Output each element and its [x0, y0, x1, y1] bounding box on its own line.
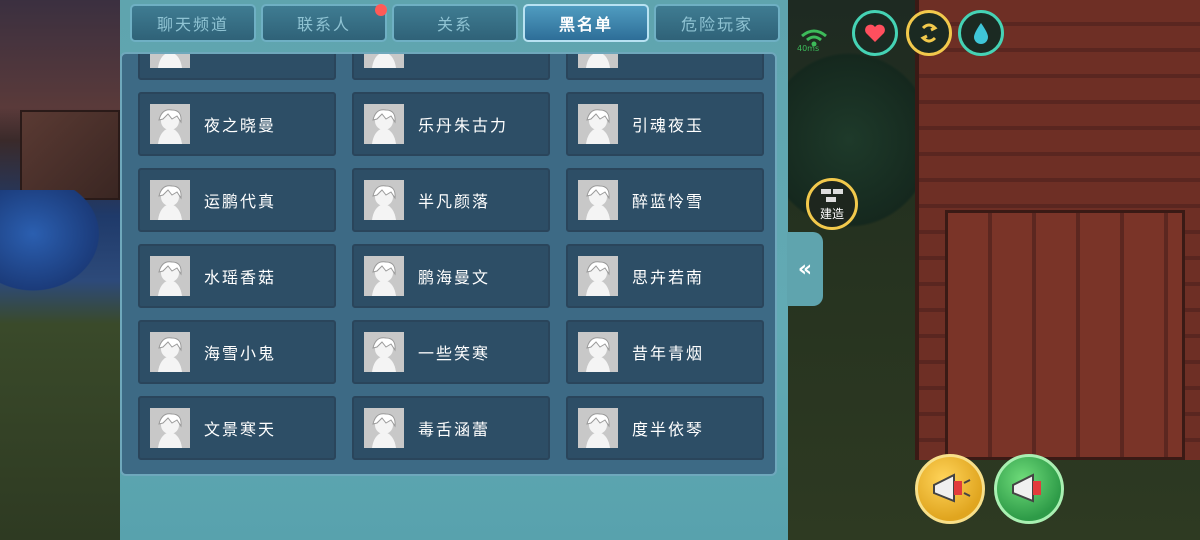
player-name: 醉蓝怜雪 — [632, 192, 705, 211]
network-latency-label: 40ms — [797, 44, 820, 53]
blacklist-entry[interactable]: 乐丹朱古力 — [352, 92, 550, 156]
blacklist-list[interactable]: 夜之晓曼 乐丹朱古力 引魂夜玉运鹏代真 半凡颜落 醉蓝怜雪水瑶香菇 鹏海曼文 思卉若南海雪小… — [120, 52, 777, 476]
player-avatar-icon — [150, 54, 190, 68]
player-avatar-icon — [364, 332, 404, 372]
player-name: 夜之晓曼 — [204, 116, 277, 135]
tab-label: 危险玩家 — [680, 15, 753, 34]
tab-label: 聊天频道 — [156, 15, 229, 34]
blacklist-entry[interactable] — [352, 54, 550, 80]
blacklist-entry[interactable]: 文景寒天 — [138, 396, 336, 460]
blacklist-entry[interactable]: 水瑶香菇 — [138, 244, 336, 308]
player-name: 引魂夜玉 — [632, 116, 705, 135]
player-avatar-icon — [364, 408, 404, 448]
brick-wall-icon — [821, 188, 843, 202]
player-avatar-icon — [578, 332, 618, 372]
voice-broadcast-button[interactable] — [994, 454, 1064, 524]
tab-4[interactable]: 危险玩家 — [654, 4, 780, 42]
tab-2[interactable]: 关系 — [392, 4, 518, 42]
player-avatar-icon — [364, 256, 404, 296]
tab-label: 关系 — [436, 15, 473, 34]
player-avatar-icon — [578, 408, 618, 448]
blacklist-entry[interactable]: 鹏海曼文 — [352, 244, 550, 308]
player-avatar-icon — [578, 256, 618, 296]
player-name: 昔年青烟 — [632, 344, 705, 363]
collapse-panel-button[interactable]: « — [787, 232, 823, 306]
build-button[interactable]: 建造 — [806, 178, 858, 230]
blacklist-entry[interactable] — [566, 54, 764, 80]
player-name: 运鹏代真 — [204, 192, 277, 211]
heart-icon — [865, 24, 885, 42]
player-avatar-icon — [150, 104, 190, 144]
tab-3[interactable]: 黑名单 — [523, 4, 649, 42]
player-name: 思卉若南 — [632, 268, 705, 287]
player-avatar-icon — [150, 408, 190, 448]
blacklist-entry[interactable]: 毒舌涵蕾 — [352, 396, 550, 460]
tab-0[interactable]: 聊天频道 — [130, 4, 256, 42]
tab-label: 黑名单 — [558, 15, 613, 34]
player-avatar-icon — [578, 180, 618, 220]
blacklist-entry[interactable]: 醉蓝怜雪 — [566, 168, 764, 232]
megaphone-icon — [933, 473, 971, 503]
player-avatar-icon — [150, 256, 190, 296]
background-scene-left — [0, 0, 125, 540]
blacklist-entry[interactable]: 引魂夜玉 — [566, 92, 764, 156]
tab-1[interactable]: 联系人 — [261, 4, 387, 42]
background-scene-right — [785, 0, 1200, 540]
thirst-gauge — [958, 10, 1004, 56]
blacklist-grid: 夜之晓曼 乐丹朱古力 引魂夜玉运鹏代真 半凡颜落 醉蓝怜雪水瑶香菇 鹏海曼文 思卉若南海雪小… — [138, 54, 764, 460]
player-avatar-icon — [150, 332, 190, 372]
water-drop-icon — [974, 23, 988, 44]
energy-icon — [920, 23, 938, 43]
player-avatar-icon — [364, 180, 404, 220]
player-name: 一些笑寒 — [418, 344, 491, 363]
blacklist-entry[interactable]: 海雪小鬼 — [138, 320, 336, 384]
blacklist-entry[interactable]: 半凡颜落 — [352, 168, 550, 232]
megaphone-broadcast-button[interactable] — [915, 454, 985, 524]
background-crate — [20, 110, 120, 200]
blacklist-entry[interactable] — [138, 54, 336, 80]
background-tent — [0, 190, 110, 300]
health-gauge — [852, 10, 898, 56]
double-chevron-left-icon: « — [797, 256, 813, 282]
player-avatar-icon — [364, 54, 404, 68]
blacklist-entry[interactable]: 夜之晓曼 — [138, 92, 336, 156]
notification-dot-icon — [375, 4, 387, 16]
player-name: 毒舌涵蕾 — [418, 420, 491, 439]
tab-label: 联系人 — [296, 15, 351, 34]
player-avatar-icon — [364, 104, 404, 144]
blacklist-entry[interactable]: 一些笑寒 — [352, 320, 550, 384]
player-name: 文景寒天 — [204, 420, 277, 439]
player-name: 乐丹朱古力 — [418, 116, 509, 135]
background-crate-large — [945, 210, 1185, 460]
blacklist-entry[interactable]: 度半依琴 — [566, 396, 764, 460]
player-name: 鹏海曼文 — [418, 268, 491, 287]
build-button-label: 建造 — [819, 206, 844, 221]
blacklist-entry[interactable]: 昔年青烟 — [566, 320, 764, 384]
social-panel: 聊天频道 联系人 关系 黑名单 危险玩家 夜之晓曼 乐丹朱古力 引魂夜玉运鹏代真 半凡颜落 醉蓝… — [120, 0, 788, 540]
tab-bar: 聊天频道 联系人 关系 黑名单 危险玩家 — [130, 4, 780, 46]
player-avatar-icon — [150, 180, 190, 220]
player-name: 半凡颜落 — [418, 192, 491, 211]
megaphone-icon — [1012, 473, 1041, 503]
player-name: 度半依琴 — [632, 420, 705, 439]
blacklist-entry[interactable]: 运鹏代真 — [138, 168, 336, 232]
blacklist-entry[interactable]: 思卉若南 — [566, 244, 764, 308]
player-avatar-icon — [578, 104, 618, 144]
player-name: 海雪小鬼 — [204, 344, 277, 363]
stamina-gauge — [906, 10, 952, 56]
player-name: 水瑶香菇 — [204, 268, 277, 287]
player-avatar-icon — [578, 54, 618, 68]
